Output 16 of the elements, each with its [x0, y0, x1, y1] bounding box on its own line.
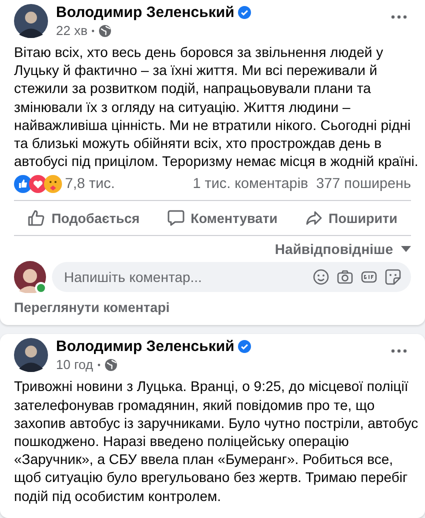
post-time[interactable]: 10 год [56, 357, 94, 372]
author-name[interactable]: Володимир Зеленський [56, 4, 234, 21]
post-action-button[interactable]: Подобається [19, 203, 148, 234]
comment-count[interactable]: 1 тис. коментарів [192, 176, 308, 192]
view-comments-link[interactable]: Переглянути коментарі [14, 293, 170, 316]
sort-dropdown[interactable]: Найвідповідніше [274, 241, 411, 258]
post-action-button[interactable]: Поширити [296, 203, 406, 234]
post-text: Вітаю всіх, хто весь день боровся за звільнення людей у Луцьку й фактично – за їхні життя. Ми всі переживали й стежили за розвитком подій, напрацьовували плани та змінювали їх з огляду на ситуацію. Життя людини – найважливіша цінність. Ми не втратили нікого. Сьогодні рідні та близькі можуть обійняти всіх, хто прострождав день в автобусі під прицілом. Тероризму немає місця в жодній країні. [14, 43, 419, 170]
comment-box[interactable]: Напишіть коментар... [52, 262, 411, 292]
reaction-count[interactable]: 7,8 тис. [65, 176, 115, 192]
comment-input-field[interactable]: Напишіть коментар... [62, 268, 313, 286]
post-action-button[interactable]: Коментувати [158, 203, 286, 234]
post-time[interactable]: 22 хв [56, 23, 88, 38]
author-name[interactable]: Володимир Зеленський [56, 338, 234, 356]
post-text: Тривожні новини з Луцька. Вранці, о 9:25, до місцевої поліції зателефонував громадянин, який повідомив про те, що захопив автобус із заручниками. Було чутно постріли, автобус пошкоджено. Наразі введено поліцейську операцію «Заручник», а СБУ ввела план «Бумеранг». Робиться все, щоб ситуацію було врегульовано без жертв. Тримаю перебіг подій під особистим контролем. [14, 377, 419, 505]
share-count[interactable]: 377 поширень [316, 176, 411, 192]
